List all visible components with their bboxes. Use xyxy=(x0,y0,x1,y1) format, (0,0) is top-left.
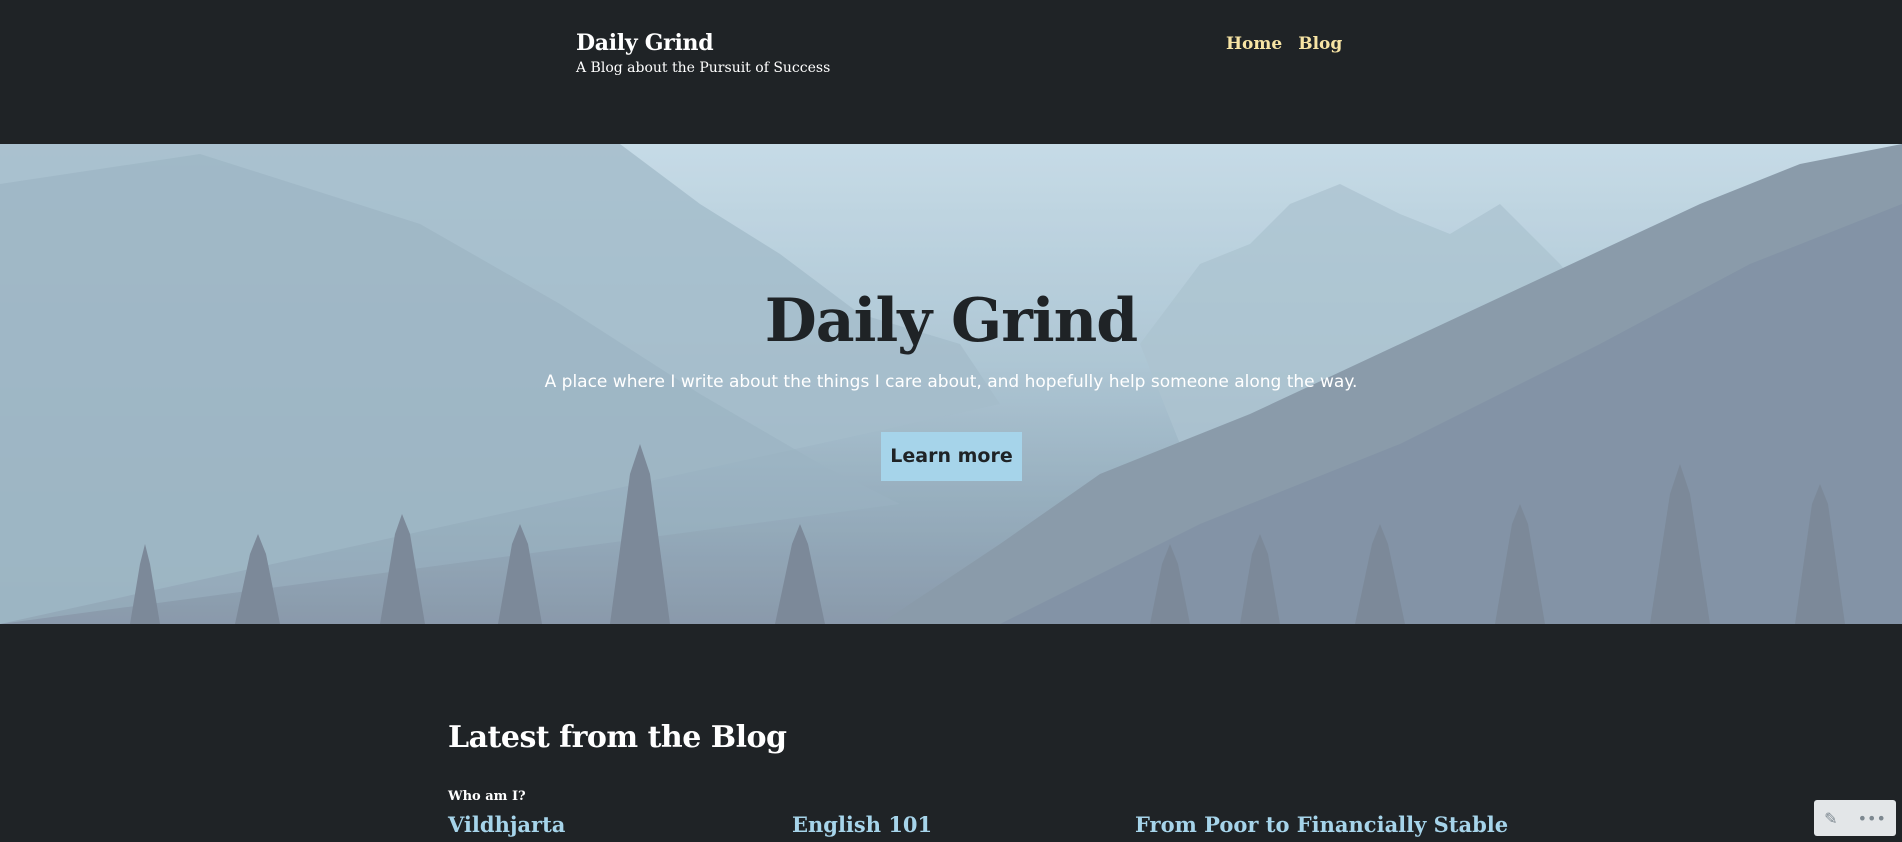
site-tagline: A Blog about the Pursuit of Success xyxy=(576,60,831,76)
hero-subtitle: A place where I write about the things I… xyxy=(544,372,1358,392)
site-branding: Daily Grind A Blog about the Pursuit of … xyxy=(576,30,830,76)
site-title-link[interactable]: Daily Grind xyxy=(576,30,830,56)
post-title-link[interactable]: From Poor to Financially Stable xyxy=(1135,812,1508,837)
pencil-icon[interactable]: ✎ xyxy=(1824,809,1837,828)
main-navigation: Home Blog xyxy=(1226,34,1342,54)
hero-banner: Daily Grind A place where I write about … xyxy=(0,144,1902,624)
latest-posts-heading: Latest from the Blog xyxy=(448,720,787,755)
post-title-link[interactable]: English 101 xyxy=(792,812,932,837)
more-icon[interactable]: ••• xyxy=(1858,809,1886,828)
learn-more-button[interactable]: Learn more xyxy=(881,432,1022,481)
nav-link-home[interactable]: Home xyxy=(1226,34,1282,54)
post-title-link[interactable]: Vildhjarta xyxy=(448,812,565,837)
hero-title: Daily Grind xyxy=(764,286,1138,356)
admin-toolbar: ✎ ••• xyxy=(1814,800,1896,836)
hero-content: Daily Grind A place where I write about … xyxy=(0,144,1902,624)
nav-link-blog[interactable]: Blog xyxy=(1298,34,1342,54)
site-header: Daily Grind A Blog about the Pursuit of … xyxy=(0,0,1902,144)
post-category-label[interactable]: Who am I? xyxy=(448,789,526,804)
